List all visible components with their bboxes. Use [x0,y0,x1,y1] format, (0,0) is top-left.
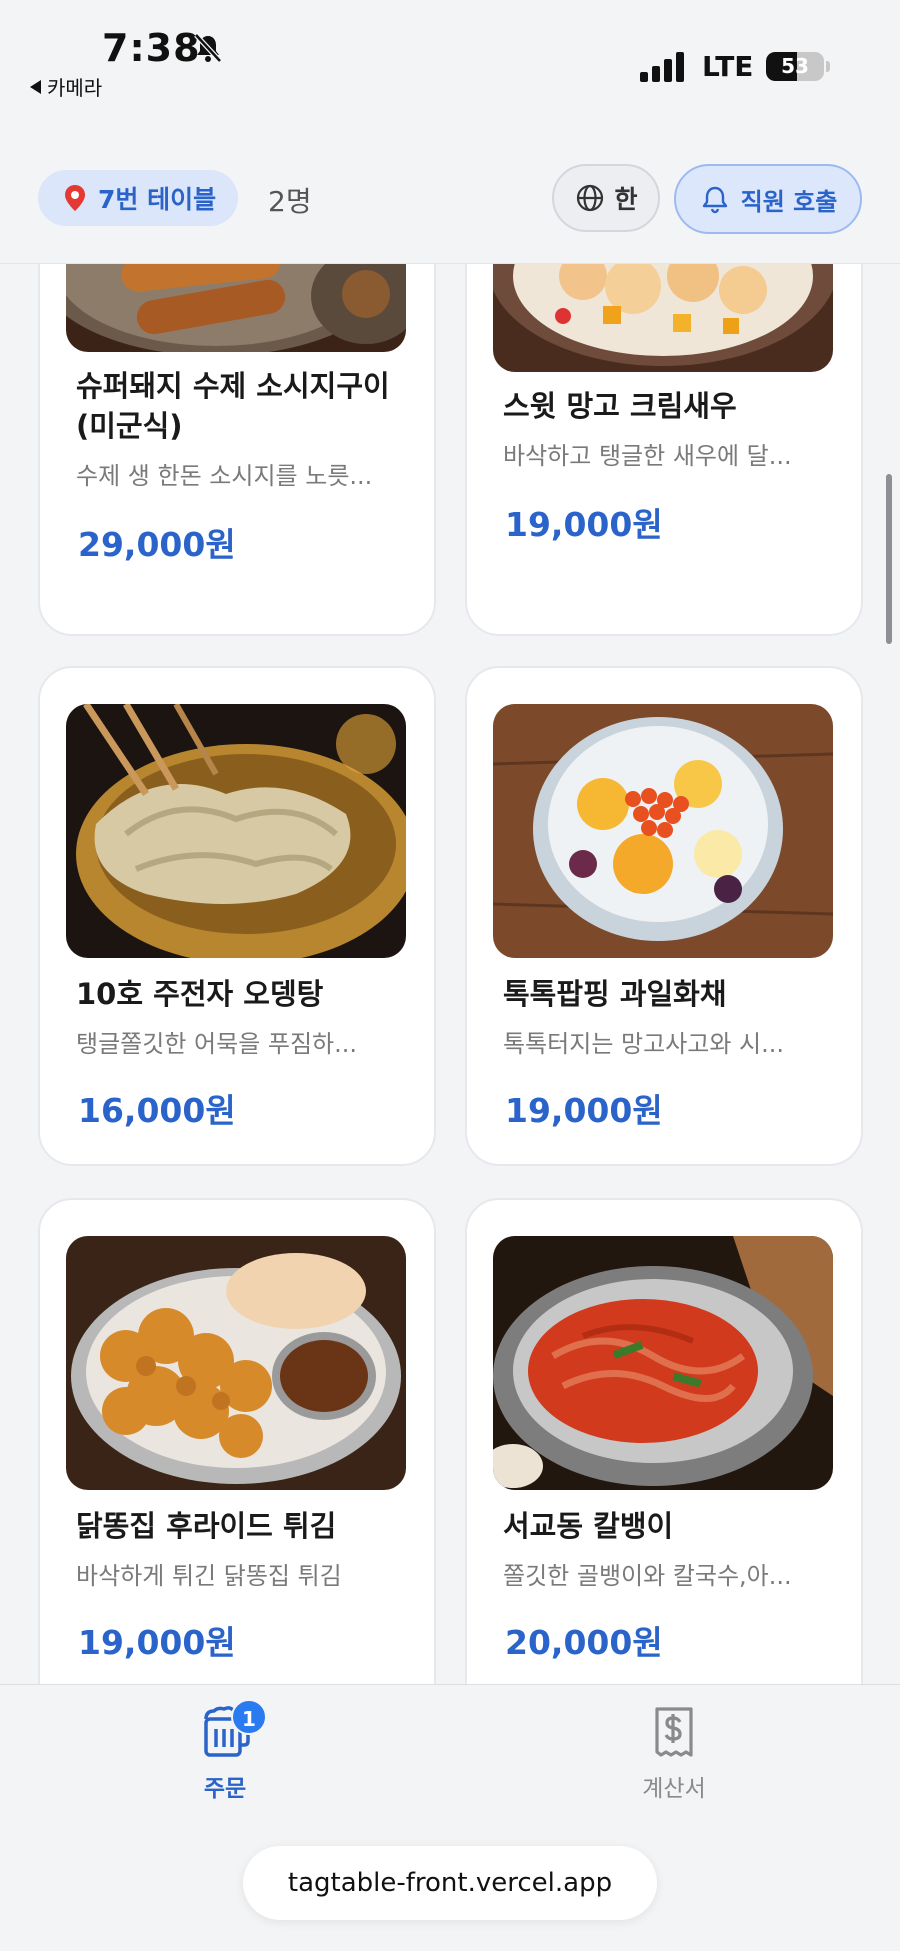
menu-item-description: 수제 생 한돈 소시지를 노릇... [76,462,373,490]
menu-item-price: 19,000원 [78,1623,236,1662]
app-header: 7번 테이블 2명 한 직원 호출 [0,130,900,264]
receipt-icon [655,1707,693,1757]
table-number-label: 7번 테이블 [98,185,217,214]
bell-icon [702,186,727,214]
nav-order-label: 주문 [203,1776,247,1802]
menu-item-price: 16,000원 [78,1091,236,1130]
mango-cream-shrimp-photo [493,264,833,372]
menu-item-description: 톡톡터지는 망고사고와 시... [503,1030,785,1058]
menu-item-description: 바삭하고 탱글한 새우에 달... [503,442,792,470]
grilled-sausage-photo [66,264,406,352]
scrollbar[interactable] [886,474,892,644]
status-time: 7:38 [102,26,201,70]
back-app-label: 카메라 [47,76,103,100]
spicy-whelk-noodle-photo [493,1236,833,1490]
nav-bill-label: 계산서 [642,1776,706,1802]
menu-item-name: 10호 주전자 오뎅탕 [76,977,324,1011]
fishcake-soup-photo [66,704,406,958]
menu-item-description: 바삭하게 튀긴 닭똥집 튀김 [76,1562,342,1590]
language-button[interactable]: 한 [552,164,660,232]
menu-item-price: 19,000원 [505,505,663,544]
menu-item-price: 19,000원 [505,1091,663,1130]
menu-list[interactable]: 슈퍼돼지 수제 소시지구이 (미군식) 수제 생 한돈 소시지를 노릇... 2… [0,264,900,1684]
table-chip[interactable]: 7번 테이블 [38,170,239,226]
globe-icon [577,184,604,212]
battery-tip [826,61,830,72]
menu-item-name: 스윗 망고 크림새우 [503,389,737,423]
call-staff-button[interactable]: 직원 호출 [674,164,862,234]
fried-gizzard-photo [66,1236,406,1490]
menu-item-description: 쫄깃한 골뱅이와 칼국수,아... [503,1562,792,1590]
call-staff-label: 직원 호출 [740,187,838,216]
nav-bill-tab[interactable]: 계산서 [594,1705,754,1803]
network-type: LTE [702,50,754,83]
silent-bell-icon [194,33,222,63]
menu-card[interactable]: 스윗 망고 크림새우 바삭하고 탱글한 새우에 달... 19,000원 [465,264,863,636]
menu-card[interactable]: 닭똥집 후라이드 튀김 바삭하게 튀긴 닭똥집 튀김 19,000원 [38,1198,436,1684]
cellular-signal-icon [640,52,684,82]
battery-level: 53 [781,54,809,78]
fruit-punch-photo [493,704,833,958]
back-arrow-icon [30,79,41,94]
menu-item-name: 서교동 칼뱅이 [503,1509,674,1543]
map-pin-icon [65,185,85,211]
menu-item-price: 20,000원 [505,1623,663,1662]
battery-icon: 53 [766,52,824,81]
menu-card[interactable]: 톡톡팝핑 과일화채 톡톡터지는 망고사고와 시... 19,000원 [465,666,863,1166]
people-count: 2명 [268,185,312,218]
menu-item-name: 닭똥집 후라이드 튀김 [76,1509,337,1543]
menu-card[interactable]: 슈퍼돼지 수제 소시지구이 (미군식) 수제 생 한돈 소시지를 노릇... 2… [38,264,436,636]
menu-item-name: 슈퍼돼지 수제 소시지구이 (미군식) [76,369,390,443]
status-bar: 7:38 카메라 LTE 53 [0,0,900,130]
menu-card[interactable]: 서교동 칼뱅이 쫄깃한 골뱅이와 칼국수,아... 20,000원 [465,1198,863,1684]
nav-order-tab[interactable]: 1 주문 [145,1699,305,1803]
menu-card[interactable]: 10호 주전자 오뎅탕 탱글쫄깃한 어묵을 푸짐하... 16,000원 [38,666,436,1166]
menu-item-price: 29,000원 [78,525,236,564]
browser-url-bar[interactable]: tagtable-front.vercel.app [243,1846,657,1920]
back-to-app-link[interactable]: 카메라 [30,72,102,101]
menu-item-description: 탱글쫄깃한 어묵을 푸짐하... [76,1030,358,1058]
menu-item-name: 톡톡팝핑 과일화채 [503,977,727,1011]
order-count-badge: 1 [231,1699,267,1735]
language-label: 한 [614,185,638,214]
bottom-navigation: 1 주문 계산서 [0,1684,900,1830]
